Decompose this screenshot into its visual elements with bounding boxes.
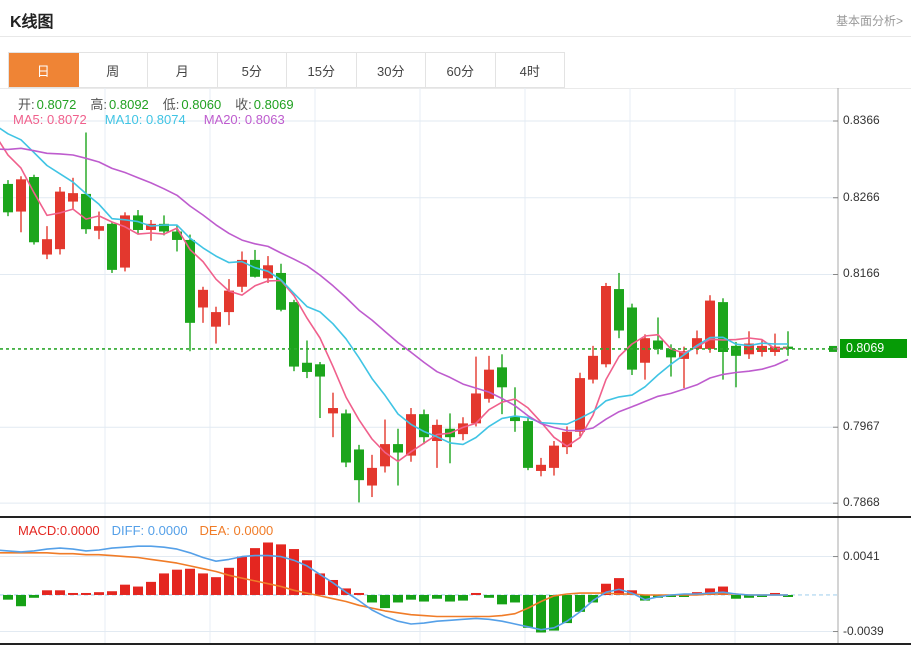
current-price-label: 0.8069 <box>840 339 907 358</box>
kline-page: K线图 基本面分析> 日 周 月 5分 15分 30分 60分 4时 开: 0.8… <box>0 0 911 649</box>
low-readout: 低: 0.8060 <box>163 94 221 113</box>
ma-readout: MA5: 0.8072 MA10: 0.8074 MA20: 0.8063 <box>13 112 285 127</box>
ma20-readout: MA20: 0.8063 <box>203 112 285 127</box>
high-readout: 高: 0.8092 <box>90 94 148 113</box>
close-value: 0.8069 <box>253 97 294 112</box>
dea-value-readout: DEA: 0.0000 <box>199 523 274 538</box>
macd-readout: MACD:0.0000 DIFF: 0.0000 DEA: 0.0000 <box>18 523 273 538</box>
y-axis-label: 0.7868 <box>843 495 880 509</box>
macd-axis-label: 0.0041 <box>843 549 880 563</box>
y-axis-label: 0.8166 <box>843 266 880 280</box>
high-value: 0.8092 <box>109 97 149 112</box>
diff-value-readout: DIFF: 0.0000 <box>111 523 188 538</box>
y-axis-label: 0.8266 <box>843 190 880 204</box>
y-axis-label: 0.7967 <box>843 419 880 433</box>
ohlc-readout: 开: 0.8072 高: 0.8092 低: 0.8060 收: 0.8069 <box>18 94 294 113</box>
macd-value-readout: MACD:0.0000 <box>18 523 100 538</box>
ma5-readout: MA5: 0.8072 <box>13 112 87 127</box>
ma10-readout: MA10: 0.8074 <box>104 112 186 127</box>
low-label: 低: <box>162 97 180 112</box>
macd-axis-label: -0.0039 <box>843 624 884 638</box>
high-label: 高: <box>90 97 108 112</box>
open-readout: 开: 0.8072 <box>18 94 76 113</box>
close-label: 收: <box>235 97 252 112</box>
open-label: 开: <box>18 97 35 112</box>
y-axis-label: 0.8366 <box>843 113 880 127</box>
low-value: 0.8060 <box>181 97 222 112</box>
open-value: 0.8072 <box>36 97 77 112</box>
close-readout: 收: 0.8069 <box>235 94 293 113</box>
